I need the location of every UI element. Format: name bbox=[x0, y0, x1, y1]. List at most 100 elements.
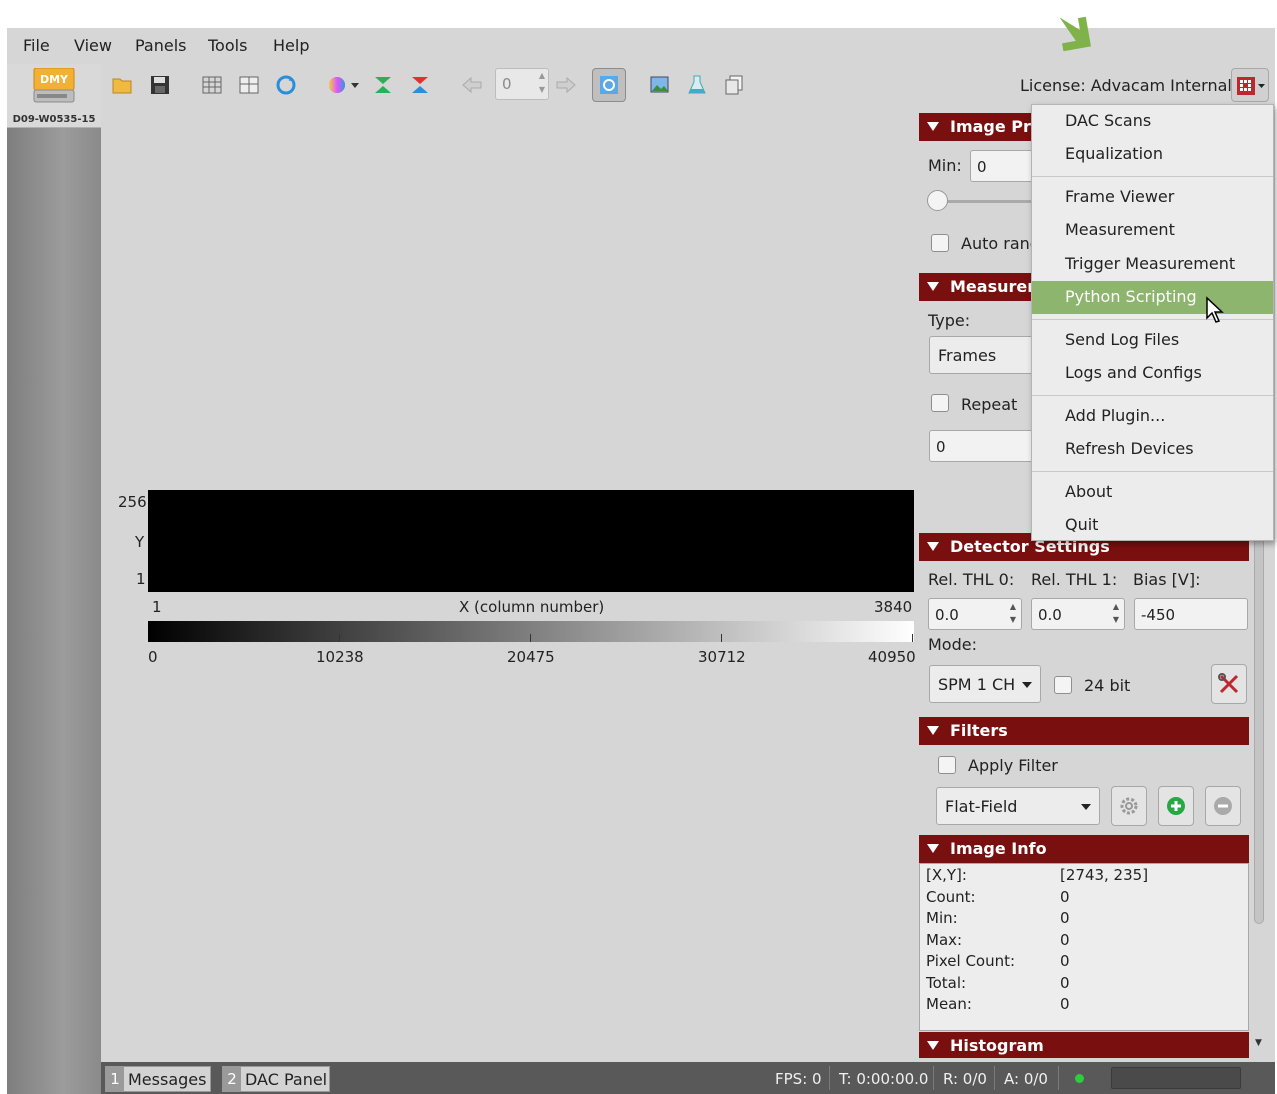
detector-tools-button[interactable] bbox=[1211, 664, 1247, 704]
rel-thl0-spinner[interactable]: 0.0 ▲ ▼ bbox=[928, 598, 1022, 630]
menu-item-send-log-files[interactable]: Send Log Files bbox=[1032, 324, 1273, 357]
range-slider-handle[interactable] bbox=[927, 190, 948, 211]
info-value: 0 bbox=[1060, 888, 1070, 906]
measurement-title: Measurem bbox=[950, 277, 1044, 296]
info-value: 0 bbox=[1060, 974, 1070, 992]
info-value: 0 bbox=[1060, 931, 1070, 949]
y-axis-label: Y bbox=[135, 533, 145, 551]
info-key: Min: bbox=[926, 909, 958, 927]
device-tile[interactable]: DMY D09-W0535-15 bbox=[7, 64, 101, 128]
next-frame-icon[interactable] bbox=[555, 74, 577, 96]
menu-item-python-scripting[interactable]: Python Scripting bbox=[1032, 281, 1273, 314]
menu-item-refresh-devices[interactable]: Refresh Devices bbox=[1032, 433, 1273, 466]
repeat-checkbox[interactable] bbox=[931, 394, 949, 412]
info-key: Total: bbox=[926, 974, 967, 992]
image-edit-icon[interactable] bbox=[649, 74, 671, 96]
y-axis-max: 256 bbox=[118, 493, 147, 511]
spin-arrows-icon[interactable]: ▲ ▼ bbox=[1007, 600, 1019, 628]
plugins-dropdown-menu: DAC Scans Equalization Frame Viewer Meas… bbox=[1031, 104, 1274, 541]
color-map-icon[interactable] bbox=[327, 74, 361, 96]
24bit-checkbox[interactable] bbox=[1054, 676, 1072, 694]
menu-panels[interactable]: Panels bbox=[135, 36, 187, 55]
24bit-label: 24 bit bbox=[1084, 676, 1131, 695]
save-icon[interactable] bbox=[149, 74, 171, 96]
add-filter-button[interactable] bbox=[1158, 786, 1194, 826]
mode-select[interactable]: SPM 1 CH bbox=[929, 665, 1041, 703]
image-info-header[interactable]: Image Info bbox=[919, 835, 1249, 863]
colorbar-label-0: 0 bbox=[148, 648, 158, 666]
plus-icon bbox=[1167, 797, 1185, 815]
histogram-title: Histogram bbox=[950, 1036, 1044, 1055]
status-bar: 1 Messages 2 DAC Panel FPS: 0 T: 0:00:00… bbox=[101, 1062, 1275, 1094]
scroll-down-icon[interactable]: ▼ bbox=[1255, 1038, 1262, 1048]
info-value: 0 bbox=[1060, 952, 1070, 970]
previous-frame-icon[interactable] bbox=[461, 74, 483, 96]
refresh-icon[interactable] bbox=[275, 74, 297, 96]
mode-label: Mode: bbox=[928, 635, 977, 654]
tab-dac-panel[interactable]: 2 DAC Panel bbox=[222, 1066, 330, 1092]
menu-item-add-plugin[interactable]: Add Plugin... bbox=[1032, 400, 1273, 433]
colorbar-tick bbox=[721, 634, 722, 642]
plugins-menu-button[interactable] bbox=[1231, 68, 1269, 102]
plugins-grid-icon bbox=[1237, 77, 1265, 95]
menu-file[interactable]: File bbox=[23, 36, 50, 55]
menu-item-trigger-measurement[interactable]: Trigger Measurement bbox=[1032, 248, 1273, 281]
rel-thl1-spinner[interactable]: 0.0 ▲ ▼ bbox=[1031, 598, 1125, 630]
layout-icon[interactable] bbox=[238, 74, 260, 96]
frame-index-spinner[interactable]: 0 ▲ ▼ bbox=[495, 68, 549, 100]
connection-status-led bbox=[1075, 1074, 1084, 1083]
rel-thl1-value: 0.0 bbox=[1038, 606, 1062, 624]
menu-separator bbox=[1032, 176, 1273, 177]
tab-messages[interactable]: 1 Messages bbox=[105, 1066, 211, 1092]
x-axis-min: 1 bbox=[152, 598, 162, 616]
filters-header[interactable]: Filters bbox=[919, 717, 1249, 745]
menu-item-logs-and-configs[interactable]: Logs and Configs bbox=[1032, 357, 1273, 390]
collapse-icon bbox=[927, 726, 939, 735]
rel-thl0-label: Rel. THL 0: bbox=[928, 570, 1015, 589]
auto-range-checkbox[interactable] bbox=[931, 234, 949, 252]
apply-filter-checkbox[interactable] bbox=[938, 756, 956, 774]
image-info-table: [X,Y]: [2743, 235] Count: 0 Min: 0 Max: … bbox=[919, 863, 1249, 1031]
histogram-header[interactable]: Histogram bbox=[919, 1032, 1249, 1058]
a-status: A: 0/0 bbox=[1004, 1070, 1048, 1088]
min-label: Min: bbox=[928, 156, 962, 175]
annotation-arrow-icon bbox=[1059, 16, 1092, 52]
flip-horizontal-icon[interactable] bbox=[409, 74, 431, 96]
collapse-icon bbox=[927, 844, 939, 853]
menu-item-frame-viewer[interactable]: Frame Viewer bbox=[1032, 181, 1273, 214]
detector-frame-image[interactable] bbox=[148, 490, 914, 592]
menu-help[interactable]: Help bbox=[273, 36, 309, 55]
filter-settings-button[interactable] bbox=[1111, 786, 1147, 826]
menu-item-equalization[interactable]: Equalization bbox=[1032, 138, 1273, 171]
open-folder-icon[interactable] bbox=[111, 74, 133, 96]
remove-filter-button[interactable] bbox=[1205, 786, 1241, 826]
flip-vertical-icon[interactable] bbox=[372, 74, 394, 96]
bias-label: Bias [V]: bbox=[1133, 570, 1201, 589]
device-badge: DMY bbox=[40, 73, 69, 86]
rel-thl0-value: 0.0 bbox=[935, 606, 959, 624]
menu-separator bbox=[1032, 395, 1273, 396]
menu-tools[interactable]: Tools bbox=[208, 36, 247, 55]
flask-icon[interactable] bbox=[686, 74, 708, 96]
menu-view[interactable]: View bbox=[74, 36, 112, 55]
frame-index-value: 0 bbox=[502, 75, 512, 93]
menu-item-dac-scans[interactable]: DAC Scans bbox=[1032, 105, 1273, 138]
menu-item-about[interactable]: About bbox=[1032, 476, 1273, 509]
bias-field[interactable]: -450 bbox=[1134, 598, 1248, 630]
filter-select[interactable]: Flat-Field bbox=[936, 787, 1100, 825]
info-key: Count: bbox=[926, 888, 976, 906]
spin-arrows-icon[interactable]: ▲ ▼ bbox=[1110, 600, 1122, 628]
spin-down-icon[interactable]: ▼ bbox=[539, 85, 545, 94]
grid-icon[interactable] bbox=[201, 74, 223, 96]
info-key: Pixel Count: bbox=[926, 952, 1016, 970]
auto-update-toggle[interactable] bbox=[592, 68, 626, 102]
menu-item-quit[interactable]: Quit bbox=[1032, 509, 1273, 542]
info-value: [2743, 235] bbox=[1060, 866, 1149, 884]
copy-icon[interactable] bbox=[723, 74, 745, 96]
menu-separator bbox=[1032, 471, 1273, 472]
repeat-label: Repeat bbox=[961, 395, 1018, 414]
x-axis-label: X (column number) bbox=[459, 598, 605, 616]
menu-item-measurement[interactable]: Measurement bbox=[1032, 214, 1273, 247]
spin-up-icon[interactable]: ▲ bbox=[539, 71, 545, 80]
y-axis-min: 1 bbox=[136, 570, 146, 588]
